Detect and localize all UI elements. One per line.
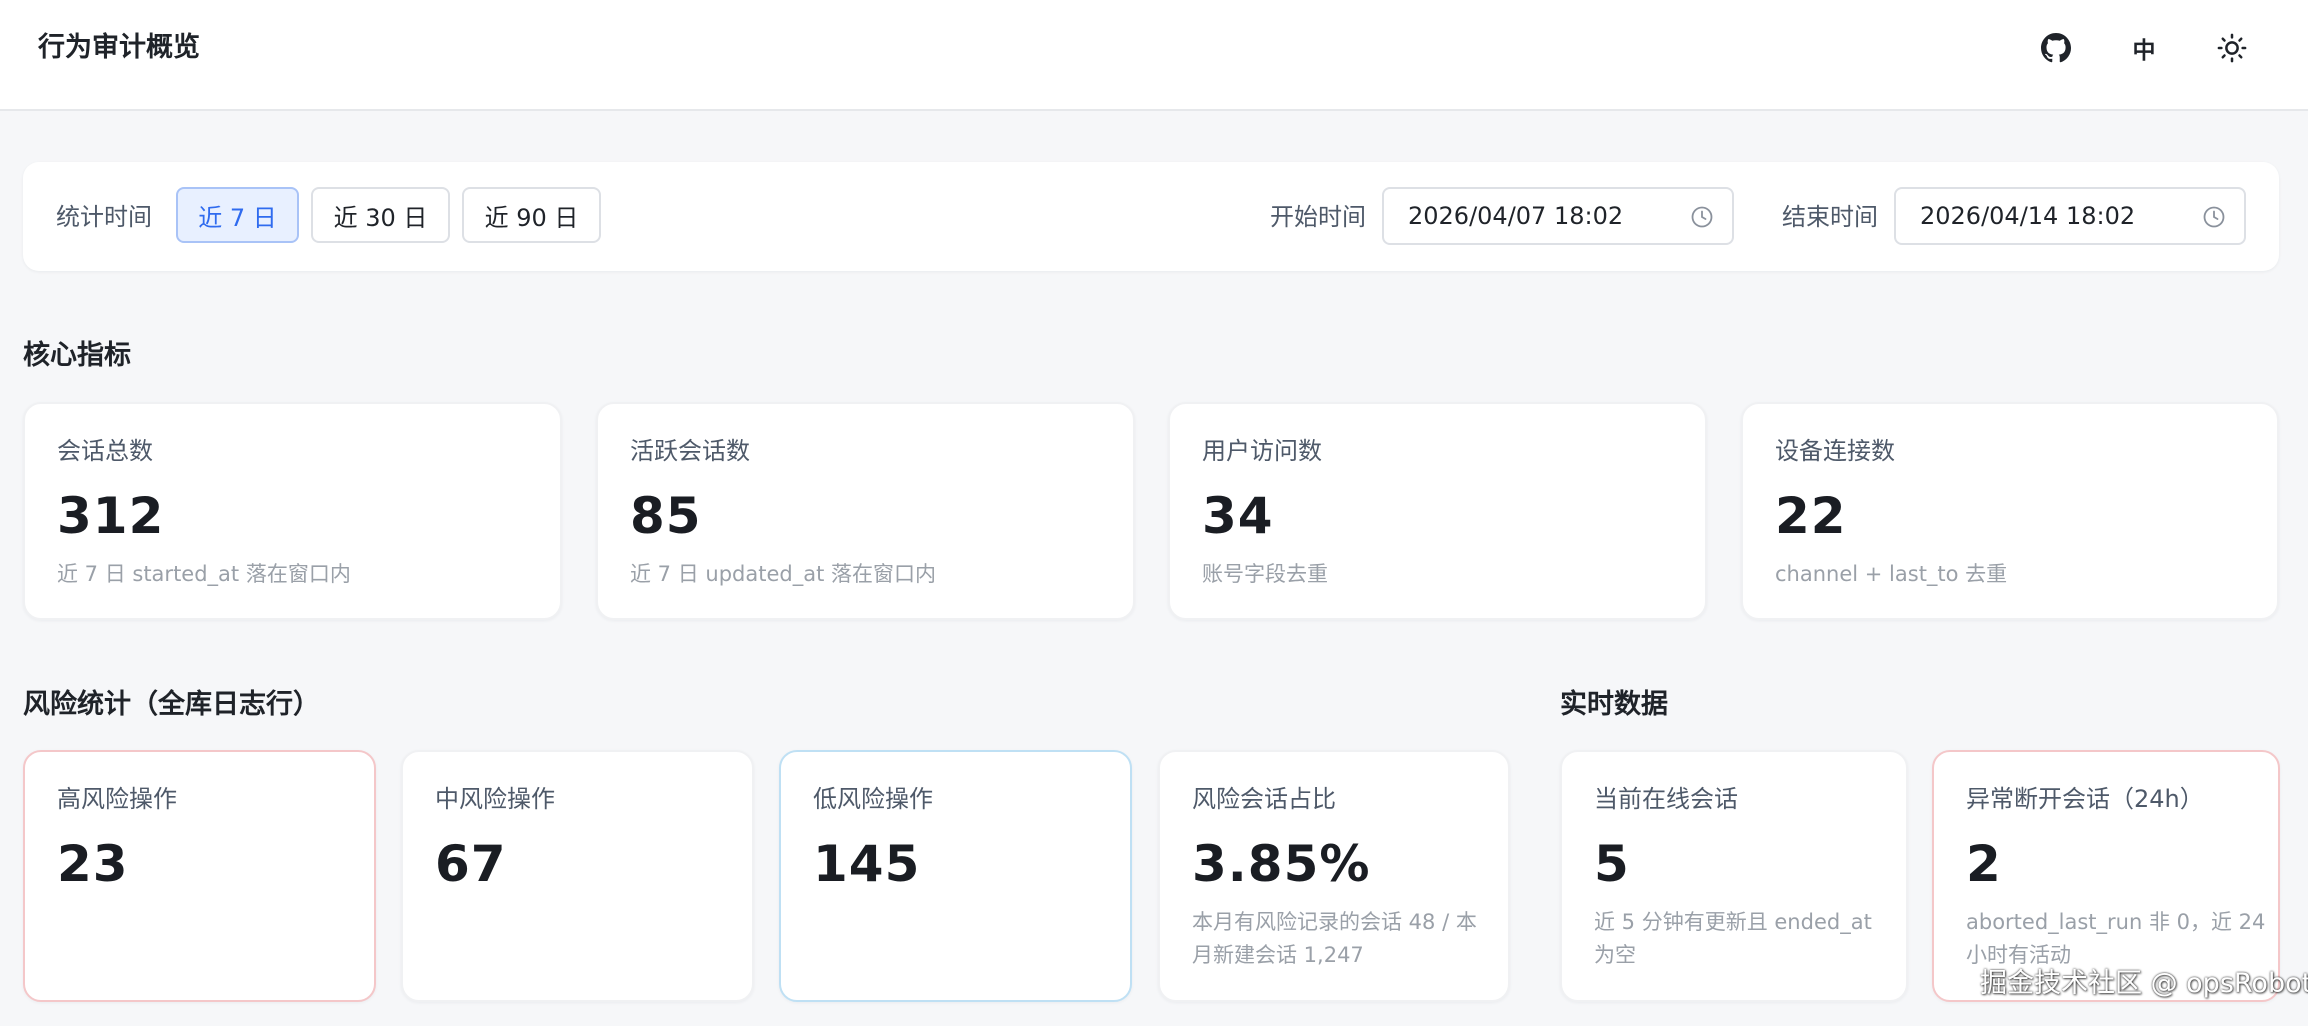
clock-icon: [1690, 205, 1714, 229]
metric-note: aborted_last_run 非 0，近 24 小时有活动: [1966, 910, 2266, 967]
metric-label: 会话总数: [57, 437, 153, 465]
watermark: 掘金技术社区 @ opsRobot: [1980, 968, 2308, 999]
page-title: 行为审计概览: [38, 32, 200, 63]
metric-label: 设备连接数: [1775, 437, 1895, 465]
metric-card-active-sessions: 活跃会话数 85 近 7 日 updated_at 落在窗口内: [596, 402, 1135, 620]
start-time-value: 2026/04/07 18:02: [1408, 202, 1624, 230]
range-90d-button[interactable]: 近 90 日: [462, 187, 601, 243]
end-time-input[interactable]: 2026/04/14 18:02: [1894, 187, 2246, 245]
risk-stats-title: 风险统计（全库日志行）: [23, 689, 320, 720]
language-label: 中: [2132, 38, 2156, 64]
metric-label: 高风险操作: [57, 785, 177, 813]
metric-label: 当前在线会话: [1594, 785, 1738, 813]
metric-label: 风险会话占比: [1192, 785, 1336, 813]
metric-value: 5: [1594, 835, 1630, 893]
metric-note: 账号字段去重: [1202, 562, 1328, 586]
metric-card-device-connections: 设备连接数 22 channel + last_to 去重: [1741, 402, 2279, 620]
end-time-label: 结束时间: [1782, 203, 1878, 231]
sun-icon[interactable]: [2212, 28, 2252, 68]
metric-value: 3.85%: [1192, 835, 1371, 893]
metric-label: 异常断开会话（24h）: [1966, 785, 2204, 813]
metric-label: 用户访问数: [1202, 437, 1322, 465]
github-icon[interactable]: [2036, 28, 2076, 68]
metric-note: 近 7 日 started_at 落在窗口内: [57, 562, 351, 586]
end-time-value: 2026/04/14 18:02: [1920, 202, 2136, 230]
metric-value: 2: [1966, 835, 2002, 893]
realtime-title: 实时数据: [1560, 689, 1668, 720]
metric-label: 活跃会话数: [630, 437, 750, 465]
top-bar: 行为审计概览 中: [0, 0, 2308, 111]
metric-value: 312: [57, 487, 165, 545]
range-7d-button[interactable]: 近 7 日: [176, 187, 299, 243]
metric-label: 低风险操作: [813, 785, 933, 813]
metric-note: 近 7 日 updated_at 落在窗口内: [630, 562, 936, 586]
metric-value: 23: [57, 835, 129, 893]
metric-note: channel + last_to 去重: [1775, 562, 2008, 586]
metric-value: 67: [435, 835, 507, 893]
metric-label: 中风险操作: [435, 785, 555, 813]
stat-time-label: 统计时间: [56, 203, 152, 231]
risk-card-high: 高风险操作 23: [23, 750, 376, 1002]
language-toggle[interactable]: 中: [2124, 28, 2164, 68]
start-time-label: 开始时间: [1270, 203, 1366, 231]
risk-card-session-ratio: 风险会话占比 3.85% 本月有风险记录的会话 48 / 本月新建会话 1,24…: [1158, 750, 1510, 1002]
clock-icon: [2202, 205, 2226, 229]
time-filter-bar: 统计时间 近 7 日 近 30 日 近 90 日 开始时间 2026/04/07…: [23, 162, 2279, 271]
risk-card-low: 低风险操作 145: [779, 750, 1132, 1002]
metric-note: 近 5 分钟有更新且 ended_at 为空: [1594, 910, 1872, 967]
metric-note: 本月有风险记录的会话 48 / 本月新建会话 1,247: [1192, 910, 1477, 967]
metric-value: 22: [1775, 487, 1847, 545]
metric-value: 145: [813, 835, 921, 893]
start-time-input[interactable]: 2026/04/07 18:02: [1382, 187, 1734, 245]
metric-card-total-sessions: 会话总数 312 近 7 日 started_at 落在窗口内: [23, 402, 562, 620]
range-30d-button[interactable]: 近 30 日: [311, 187, 450, 243]
core-metrics-title: 核心指标: [23, 340, 131, 371]
metric-value: 34: [1202, 487, 1274, 545]
realtime-card-online-sessions: 当前在线会话 5 近 5 分钟有更新且 ended_at 为空: [1560, 750, 1908, 1002]
metric-card-user-visits: 用户访问数 34 账号字段去重: [1168, 402, 1707, 620]
metric-value: 85: [630, 487, 702, 545]
risk-card-medium: 中风险操作 67: [401, 750, 754, 1002]
